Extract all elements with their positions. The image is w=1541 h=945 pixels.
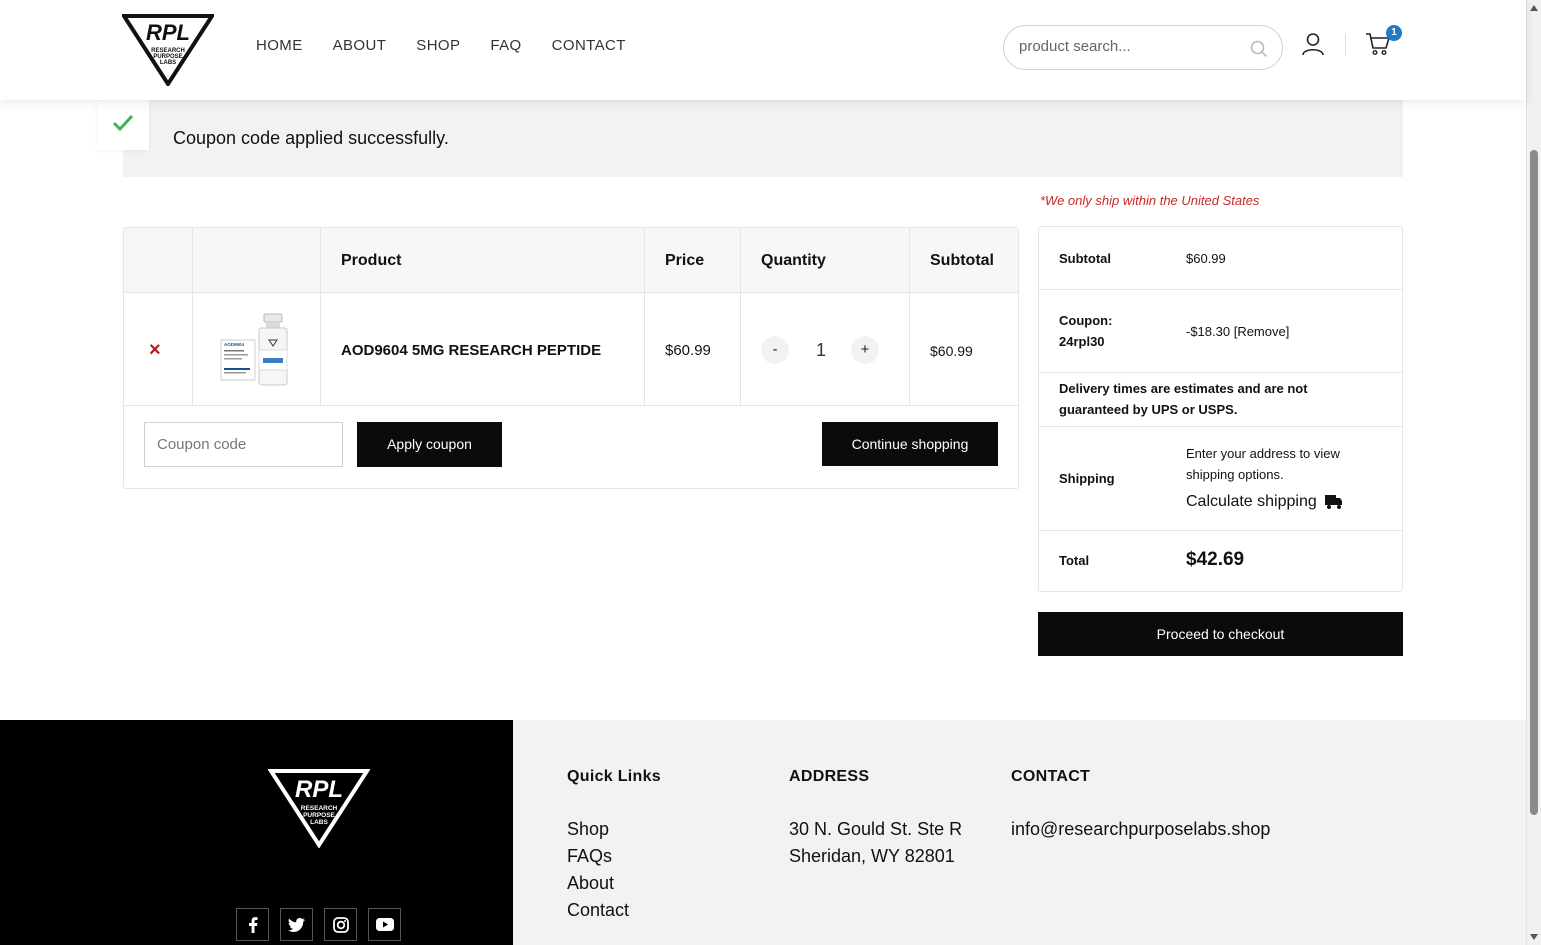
notice-message: Coupon code applied successfully.	[173, 128, 449, 148]
twitter-icon	[288, 917, 305, 932]
nav-home[interactable]: HOME	[256, 37, 303, 54]
instagram-icon	[332, 916, 349, 933]
apply-coupon-button[interactable]: Apply coupon	[357, 422, 502, 467]
total-label: Total	[1059, 553, 1090, 568]
main-nav: HOME ABOUT SHOP FAQ CONTACT	[256, 37, 626, 54]
youtube-button[interactable]	[368, 908, 401, 941]
user-account-icon[interactable]	[1301, 32, 1325, 56]
shipping-label: Shipping	[1059, 471, 1115, 486]
footer-link-faqs[interactable]: FAQs	[567, 846, 612, 867]
cart-table-header	[124, 228, 1018, 293]
svg-text:AOD9604: AOD9604	[224, 342, 245, 347]
nav-contact[interactable]: CONTACT	[552, 37, 626, 54]
checkmark-icon	[112, 114, 134, 132]
svg-text:RPL: RPL	[146, 20, 190, 45]
line-subtotal: $60.99	[930, 343, 973, 359]
truck-icon	[1324, 495, 1342, 509]
calculate-shipping-label: Calculate shipping	[1186, 493, 1317, 510]
continue-shopping-button[interactable]: Continue shopping	[822, 422, 998, 466]
row-divider	[1039, 289, 1402, 290]
coupon-discount-remove[interactable]: -$18.30 [Remove]	[1186, 321, 1289, 342]
proceed-to-checkout-button[interactable]: Proceed to checkout	[1038, 612, 1403, 656]
product-thumbnail[interactable]: AOD9604	[219, 312, 291, 388]
nav-shop[interactable]: SHOP	[416, 37, 460, 54]
cart-count-badge: 1	[1386, 25, 1402, 41]
coupon-code-input[interactable]	[144, 422, 343, 467]
nav-about[interactable]: ABOUT	[333, 37, 387, 54]
quantity-value[interactable]: 1	[809, 340, 833, 361]
header-price: Price	[665, 252, 705, 269]
search-input[interactable]	[1019, 38, 1239, 55]
product-search	[1003, 25, 1283, 70]
header-quantity: Quantity	[761, 252, 826, 269]
table-row: × AOD9604 AOD9604 5MG RESEARCH PEPTIDE $…	[124, 294, 1018, 406]
svg-text:PURPOSE: PURPOSE	[303, 812, 335, 819]
row-divider	[1039, 426, 1402, 427]
delivery-note-line2: guaranteed by UPS or USPS.	[1059, 402, 1238, 417]
success-check	[97, 100, 149, 150]
footer-link-contact[interactable]: Contact	[567, 900, 629, 921]
cart-table: Product Price Quantity Subtotal × AOD960…	[123, 227, 1019, 489]
subtotal-value: $60.99	[1186, 251, 1226, 266]
svg-text:LABS: LABS	[310, 819, 328, 826]
address-line2: Sheridan, WY 82801	[789, 846, 955, 866]
cart-totals: Subtotal $60.99 Coupon: 24rpl30 -$18.30 …	[1038, 226, 1403, 592]
row-divider	[1039, 372, 1402, 373]
coupon-code-label: 24rpl30	[1059, 334, 1105, 349]
product-name[interactable]: AOD9604 5MG RESEARCH PEPTIDE	[341, 342, 601, 359]
scroll-up-arrow[interactable]	[1530, 5, 1538, 11]
header-divider	[1345, 34, 1346, 56]
facebook-button[interactable]	[236, 908, 269, 941]
rpl-logo[interactable]: RPL RESEARCH PURPOSE LABS	[122, 14, 214, 86]
page-scrollbar[interactable]	[1526, 0, 1541, 945]
row-divider	[1039, 530, 1402, 531]
footer-link-about[interactable]: About	[567, 873, 614, 894]
footer-rpl-logo[interactable]: RPL RESEARCH PURPOSE LABS	[268, 768, 370, 848]
site-header: RPL RESEARCH PURPOSE LABS HOME ABOUT SHO…	[0, 0, 1526, 100]
address-line1: 30 N. Gould St. Ste R	[789, 819, 963, 839]
youtube-icon	[375, 918, 394, 931]
coupon-label: Coupon:	[1059, 313, 1113, 328]
product-price: $60.99	[665, 342, 711, 359]
shipping-info-line2: shipping options.	[1186, 467, 1284, 482]
header-product: Product	[341, 252, 402, 269]
svg-text:LABS: LABS	[160, 60, 176, 66]
address-heading: ADDRESS	[789, 768, 870, 785]
quick-links-heading: Quick Links	[567, 768, 661, 785]
coupon-notice: Coupon code applied successfully.	[97, 100, 1403, 177]
scroll-down-arrow[interactable]	[1530, 934, 1538, 940]
shipping-restriction-note: *We only ship within the United States	[1040, 193, 1260, 208]
contact-heading: CONTACT	[1011, 768, 1091, 785]
search-icon[interactable]	[1250, 40, 1268, 58]
total-value: $42.69	[1186, 549, 1245, 570]
remove-item-button[interactable]: ×	[149, 340, 161, 360]
subtotal-label: Subtotal	[1059, 251, 1111, 266]
contact-email-link[interactable]: info@researchpurposelabs.shop	[1011, 819, 1270, 840]
scrollbar-thumb[interactable]	[1530, 150, 1538, 815]
header-subtotal: Subtotal	[930, 252, 994, 269]
calculate-shipping-link[interactable]: Calculate shipping	[1186, 493, 1343, 511]
nav-faq[interactable]: FAQ	[490, 37, 521, 54]
facebook-icon	[248, 916, 257, 933]
twitter-button[interactable]	[280, 908, 313, 941]
shipping-info-line1: Enter your address to view	[1186, 446, 1340, 461]
delivery-note-line1: Delivery times are estimates and are not	[1059, 381, 1308, 396]
quantity-increase-button[interactable]: +	[851, 336, 879, 364]
instagram-button[interactable]	[324, 908, 357, 941]
quantity-decrease-button[interactable]: -	[761, 336, 789, 364]
svg-text:RPL: RPL	[295, 776, 343, 803]
footer-link-shop[interactable]: Shop	[567, 819, 609, 840]
svg-text:RESEARCH: RESEARCH	[301, 805, 338, 812]
